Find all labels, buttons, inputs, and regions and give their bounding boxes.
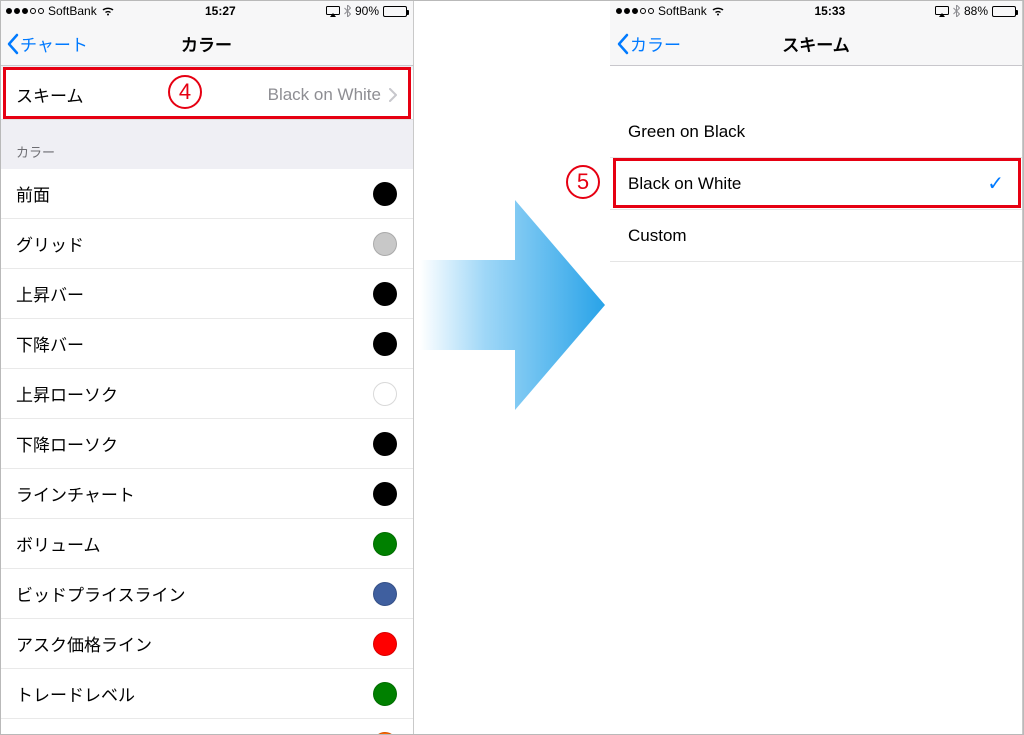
color-row-label: 前面	[16, 181, 50, 206]
color-row-label: 下降バー	[16, 331, 84, 356]
color-row[interactable]: ボリューム	[0, 519, 413, 569]
scheme-list: Green on Black Black on White ✓ Custom	[610, 106, 1022, 262]
color-swatch	[373, 732, 397, 735]
content-area: スキーム Black on White カラー 前面グリッド上昇バー下降バー上昇…	[0, 66, 413, 735]
color-row-label: ボリューム	[16, 531, 101, 556]
color-swatch	[373, 532, 397, 556]
wifi-icon	[711, 6, 725, 16]
status-time: 15:33	[814, 4, 845, 18]
color-row-label: グリッド	[16, 231, 84, 256]
signal-strength-icon	[616, 8, 654, 14]
color-row-label: ストップレベル	[16, 731, 135, 735]
carrier-label: SoftBank	[48, 4, 97, 18]
color-swatch	[373, 682, 397, 706]
battery-percentage: 88%	[964, 4, 988, 18]
color-row[interactable]: トレードレベル	[0, 669, 413, 719]
color-list: 前面グリッド上昇バー下降バー上昇ローソク下降ローソクラインチャートボリュームビッ…	[0, 169, 413, 735]
status-right: 90%	[326, 4, 407, 18]
signal-strength-icon	[6, 8, 44, 14]
color-swatch	[373, 482, 397, 506]
airplay-icon	[935, 6, 949, 17]
transition-arrow-icon	[420, 200, 605, 410]
status-left: SoftBank	[616, 4, 725, 18]
back-button[interactable]: カラー	[610, 31, 681, 56]
back-button[interactable]: チャート	[0, 31, 88, 56]
color-row[interactable]: 前面	[0, 169, 413, 219]
callout-4: 4	[168, 75, 202, 109]
color-section-header: カラー	[0, 120, 413, 169]
checkmark-icon: ✓	[987, 171, 1004, 196]
back-label: カラー	[630, 31, 681, 56]
color-swatch	[373, 582, 397, 606]
status-bar: SoftBank 15:33 88%	[610, 0, 1022, 22]
scheme-option-label: Black on White	[628, 174, 741, 194]
scheme-cell-label: スキーム	[16, 82, 84, 107]
color-swatch	[373, 332, 397, 356]
wifi-icon	[101, 6, 115, 16]
back-label: チャート	[20, 31, 88, 56]
scheme-option-label: Green on Black	[628, 122, 745, 142]
color-row[interactable]: 上昇ローソク	[0, 369, 413, 419]
color-row-label: トレードレベル	[16, 681, 135, 706]
color-row[interactable]: 上昇バー	[0, 269, 413, 319]
color-row[interactable]: ストップレベル	[0, 719, 413, 735]
scheme-option-label: Custom	[628, 226, 687, 246]
color-swatch	[373, 382, 397, 406]
chevron-right-icon	[389, 88, 397, 102]
bluetooth-icon	[344, 5, 351, 17]
phone-right: SoftBank 15:33 88% カラー スキーム Green on Bla…	[610, 0, 1023, 735]
color-swatch	[373, 232, 397, 256]
scheme-group: スキーム Black on White	[0, 70, 413, 120]
status-time: 15:27	[205, 4, 236, 18]
color-swatch	[373, 432, 397, 456]
color-swatch	[373, 182, 397, 206]
color-row[interactable]: グリッド	[0, 219, 413, 269]
battery-percentage: 90%	[355, 4, 379, 18]
bluetooth-icon	[953, 5, 960, 17]
status-bar: SoftBank 15:27 90%	[0, 0, 413, 22]
color-row-label: ラインチャート	[16, 481, 135, 506]
color-row[interactable]: ラインチャート	[0, 469, 413, 519]
content-area: Green on Black Black on White ✓ Custom	[610, 66, 1022, 735]
color-row-label: 上昇バー	[16, 281, 84, 306]
scheme-option[interactable]: Black on White ✓	[610, 158, 1022, 210]
color-row[interactable]: 下降ローソク	[0, 419, 413, 469]
color-row-label: 下降ローソク	[16, 431, 118, 456]
color-swatch	[373, 632, 397, 656]
color-row-label: 上昇ローソク	[16, 381, 118, 406]
battery-icon	[992, 6, 1016, 17]
battery-icon	[383, 6, 407, 17]
nav-bar: チャート カラー	[0, 22, 413, 66]
status-right: 88%	[935, 4, 1016, 18]
color-row[interactable]: アスク価格ライン	[0, 619, 413, 669]
color-row[interactable]: ビッドプライスライン	[0, 569, 413, 619]
phone-left: SoftBank 15:27 90% チャート カラー スキーム	[0, 0, 414, 735]
color-row-label: ビッドプライスライン	[16, 581, 186, 606]
airplay-icon	[326, 6, 340, 17]
color-row[interactable]: 下降バー	[0, 319, 413, 369]
scheme-cell[interactable]: スキーム Black on White	[0, 70, 413, 120]
scheme-option[interactable]: Custom	[610, 210, 1022, 262]
color-row-label: アスク価格ライン	[16, 631, 152, 656]
scheme-cell-value: Black on White	[268, 85, 381, 105]
nav-bar: カラー スキーム	[610, 22, 1022, 66]
callout-5: 5	[566, 165, 600, 199]
carrier-label: SoftBank	[658, 4, 707, 18]
scheme-option[interactable]: Green on Black	[610, 106, 1022, 158]
color-swatch	[373, 282, 397, 306]
status-left: SoftBank	[6, 4, 115, 18]
